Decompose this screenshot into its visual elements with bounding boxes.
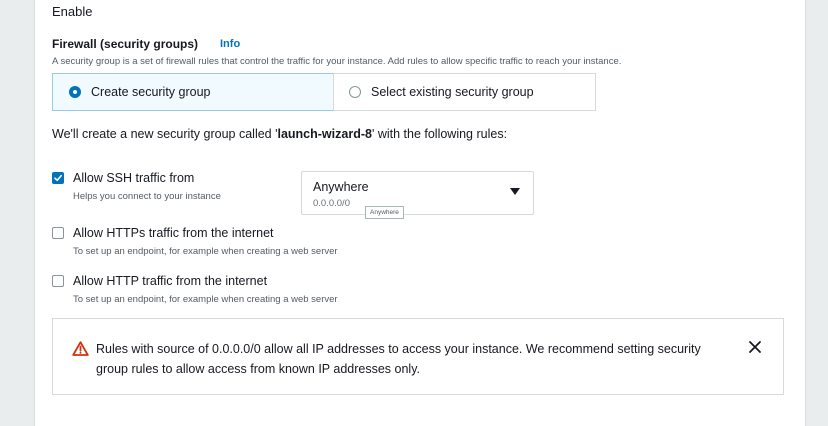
ssh-rule-label[interactable]: Allow SSH traffic from — [73, 171, 194, 185]
ssh-checkbox[interactable] — [52, 172, 64, 184]
anywhere-tooltip: Anywhere — [365, 206, 404, 219]
select-existing-security-group-option[interactable]: Select existing security group — [333, 73, 596, 111]
close-icon[interactable] — [748, 340, 762, 354]
security-group-name: launch-wizard-8 — [277, 127, 372, 141]
https-rule-label[interactable]: Allow HTTPs traffic from the internet — [73, 226, 274, 240]
select-existing-security-group-label: Select existing security group — [371, 85, 534, 99]
warning-text: Rules with source of 0.0.0.0/0 allow all… — [96, 342, 701, 376]
radio-unselected-icon[interactable] — [349, 86, 361, 98]
security-group-note: We'll create a new security group called… — [52, 127, 507, 141]
network-settings-panel: Enable Firewall (security groups) Info A… — [34, 0, 806, 426]
http-checkbox[interactable] — [52, 275, 64, 287]
firewall-description: A security group is a set of firewall ru… — [52, 56, 622, 67]
create-security-group-label: Create security group — [91, 85, 211, 99]
firewall-section-title: Firewall (security groups) — [52, 37, 199, 51]
ssh-source-value: Anywhere — [313, 180, 369, 194]
ssh-rule-description: Helps you connect to your instance — [73, 191, 221, 202]
https-checkbox[interactable] — [52, 227, 64, 239]
open-access-warning-alert: Rules with source of 0.0.0.0/0 allow all… — [52, 318, 784, 395]
create-security-group-option[interactable]: Create security group — [52, 73, 342, 111]
warning-triangle-icon — [72, 341, 89, 356]
caret-down-icon — [510, 188, 520, 195]
enable-label: Enable — [52, 4, 93, 19]
ssh-source-cidr: 0.0.0.0/0 — [313, 198, 350, 209]
http-rule-label[interactable]: Allow HTTP traffic from the internet — [73, 274, 267, 288]
radio-selected-icon[interactable] — [69, 86, 81, 98]
firewall-info-link[interactable]: Info — [220, 38, 240, 50]
ssh-source-select[interactable]: Anywhere 0.0.0.0/0 — [301, 171, 534, 215]
https-rule-description: To set up an endpoint, for example when … — [73, 246, 338, 257]
http-rule-description: To set up an endpoint, for example when … — [73, 294, 338, 305]
checkmark-icon — [54, 174, 62, 182]
security-group-note-prefix: We'll create a new security group called… — [52, 127, 278, 141]
security-group-note-suffix: ' with the following rules: — [371, 127, 508, 141]
